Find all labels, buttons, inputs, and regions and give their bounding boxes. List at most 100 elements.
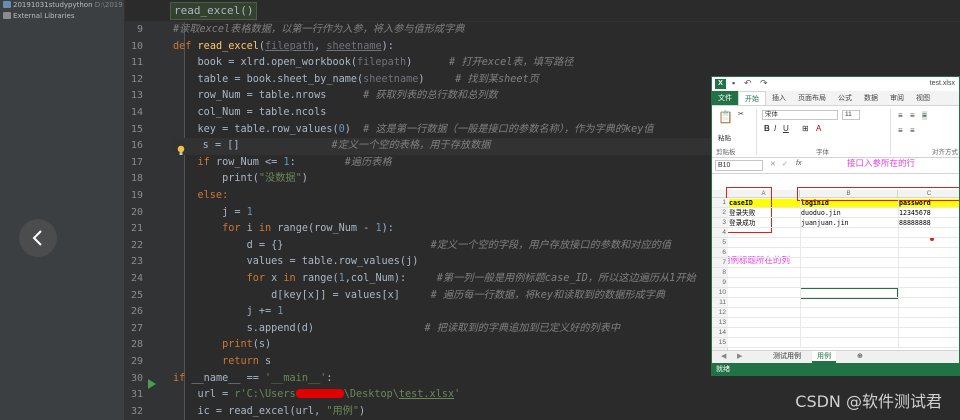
code-line-24[interactable]: for x in range(1,col_Num): #第一列一般是用例标题ca… bbox=[173, 271, 696, 288]
row-header[interactable]: 8 bbox=[712, 268, 728, 278]
tab-view[interactable]: 视图 bbox=[910, 91, 936, 105]
code-line-9[interactable]: #读取excel表格数据，以第一行作为入参，将入参与值形成字典 bbox=[173, 22, 465, 39]
paste-icon[interactable]: 📋 bbox=[718, 110, 733, 124]
row-header[interactable]: 10 bbox=[712, 288, 728, 298]
string: \Desktop\ bbox=[343, 389, 399, 401]
align-middle-icon[interactable]: ≡ bbox=[910, 111, 915, 120]
code-line-14[interactable]: col_Num = table.ncols bbox=[173, 105, 327, 122]
row-header[interactable]: 13 bbox=[712, 318, 728, 328]
add-sheet-button[interactable]: ⊕ bbox=[852, 351, 868, 363]
tree-item-external-libraries[interactable]: External Libraries bbox=[0, 11, 124, 22]
project-panel: 20191031studypython D:\2019 External Lib… bbox=[0, 0, 125, 420]
divider bbox=[756, 109, 757, 155]
code-line-20[interactable]: j = 1 bbox=[173, 205, 253, 222]
keyword: for bbox=[173, 273, 266, 284]
keyword: print bbox=[173, 339, 253, 351]
sheet-tab-test-cases[interactable]: 测试用例 bbox=[768, 351, 806, 363]
row-header[interactable]: 14 bbox=[712, 328, 728, 338]
punct: ) bbox=[406, 57, 413, 69]
previous-image-button[interactable] bbox=[19, 219, 57, 257]
row-header[interactable]: 12 bbox=[712, 308, 728, 318]
row-header[interactable]: 9 bbox=[712, 278, 728, 288]
punct: ): bbox=[381, 40, 394, 52]
cut-icon[interactable]: ✂ bbox=[738, 110, 744, 118]
line-number: 27 bbox=[130, 322, 143, 334]
grid-row-line bbox=[728, 207, 959, 208]
tab-data[interactable]: 数据 bbox=[858, 91, 884, 105]
row-header[interactable]: 5 bbox=[712, 238, 728, 248]
code-line-19[interactable]: else: bbox=[173, 188, 229, 205]
confirm-icon[interactable]: ✓ bbox=[782, 160, 788, 168]
code-line-21[interactable]: for i in range(row_Num - 1): bbox=[173, 221, 394, 238]
code-line-13[interactable]: row_Num = table.nrows # 获取列表的总行数和总列数 bbox=[173, 88, 498, 105]
sheet-scroll-left[interactable]: ◀ bbox=[716, 351, 731, 363]
annotation-case-column: 用例标题所在的列 bbox=[722, 256, 791, 266]
font-size-select[interactable]: 11 bbox=[842, 110, 860, 120]
tab-page-layout[interactable]: 页面布局 bbox=[792, 91, 832, 105]
row-header[interactable]: 11 bbox=[712, 298, 728, 308]
code-line-32[interactable]: ic = read_excel(url, "用例") bbox=[173, 404, 366, 420]
row-header[interactable]: 6 bbox=[712, 248, 728, 258]
spreadsheet-grid[interactable]: A B C caseID loginId password 登录失败 duodu… bbox=[712, 187, 959, 350]
code-line-18[interactable]: print("没数据") bbox=[173, 171, 308, 188]
code-line-11[interactable]: book = xlrd.open_workbook(filepath) # 打开… bbox=[173, 55, 574, 72]
row-header[interactable]: 15 bbox=[712, 338, 728, 348]
code-line-10[interactable]: def read_excel(filepath, sheetname): bbox=[173, 39, 394, 56]
tab-formulas[interactable]: 公式 bbox=[832, 91, 858, 105]
code-line-23[interactable]: values = table.row_values(j) bbox=[173, 254, 419, 271]
font-name-select[interactable]: 宋体 bbox=[762, 110, 838, 120]
border-icon[interactable]: ⊞ bbox=[802, 124, 809, 133]
row-header[interactable]: 2 bbox=[712, 208, 728, 218]
undo-icon[interactable]: ↶ bbox=[744, 78, 752, 89]
line-number: 20 bbox=[130, 206, 143, 218]
comment: # 获取列表的总行数和总列数 bbox=[363, 90, 498, 102]
align-center-icon[interactable]: ≡ bbox=[910, 126, 915, 135]
paste-button[interactable]: 粘贴 bbox=[718, 132, 731, 142]
bold-button[interactable]: B bbox=[764, 124, 770, 133]
lightbulb-icon[interactable] bbox=[177, 141, 185, 160]
code-line-26[interactable]: j += 1 bbox=[173, 304, 284, 321]
code-line-22[interactable]: d = {} #定义一个空的字段，用户存放接口的参数和对应的值 bbox=[173, 238, 671, 255]
tab-insert[interactable]: 插入 bbox=[766, 91, 792, 105]
redo-icon[interactable]: ↷ bbox=[760, 78, 768, 89]
line-number: 12 bbox=[130, 73, 143, 85]
tree-item-project[interactable]: 20191031studypython D:\2019 bbox=[0, 0, 124, 11]
align-top-icon[interactable]: ≡ bbox=[898, 111, 903, 120]
code-line-28[interactable]: print(s) bbox=[173, 337, 271, 354]
code-line-17[interactable]: if row_Num <= 1: #遍历表格 bbox=[173, 155, 392, 172]
excel-logo-icon: X bbox=[715, 79, 726, 89]
code-line-30[interactable]: if __name__ == '__main__': bbox=[173, 371, 333, 388]
alignment-group-label: 对齐方式 bbox=[932, 149, 958, 156]
cancel-icon[interactable]: ✕ bbox=[770, 160, 776, 168]
code: ,col_Num): bbox=[344, 273, 407, 284]
breadcrumb[interactable]: read_excel() bbox=[170, 2, 258, 20]
ribbon: 📋 粘贴 ✂ 剪贴板 宋体 11 B I U ⊞ A 字体 ≡ ≡ ≡ ≡ ≡ … bbox=[712, 106, 959, 158]
comment: # 找到某sheet页 bbox=[455, 73, 539, 85]
fx-label[interactable]: fx bbox=[796, 160, 801, 167]
underline-button[interactable]: U bbox=[783, 124, 789, 133]
save-icon[interactable]: ▪ bbox=[732, 78, 735, 88]
name-box[interactable]: B10 bbox=[715, 160, 763, 171]
tab-home[interactable]: 开始 bbox=[738, 91, 766, 105]
sheet-tab-cases[interactable]: 用例 bbox=[812, 351, 836, 363]
code-line-29[interactable]: return s bbox=[173, 354, 271, 371]
font-color-icon[interactable]: A bbox=[816, 124, 821, 133]
code-line-12[interactable]: table = book.sheet_by_name(sheetname) # … bbox=[173, 72, 539, 89]
number: 1 bbox=[277, 306, 284, 318]
code-line-15[interactable]: key = table.row_values(0) # 这是第一行数据（一般是接… bbox=[173, 122, 654, 139]
italic-button[interactable]: I bbox=[774, 124, 776, 133]
align-bottom-icon[interactable]: ≡ bbox=[922, 111, 927, 120]
grid-row-line bbox=[728, 237, 959, 238]
align-left-icon[interactable]: ≡ bbox=[898, 126, 903, 135]
row-header[interactable]: 4 bbox=[712, 228, 728, 238]
code-line-31[interactable]: url = r'C:\Users \Desktop\test.xlsx' bbox=[173, 387, 460, 404]
row-header[interactable]: 3 bbox=[712, 218, 728, 228]
sheet-scroll-right[interactable]: ▶ bbox=[732, 351, 747, 363]
tab-file[interactable]: 文件 bbox=[712, 91, 738, 105]
code-line-27[interactable]: s.append(d) # 把读取到的字典追加到已定义好的列表中 bbox=[173, 321, 621, 338]
code-line-25[interactable]: d[key[x]] = values[x] # 遍历每一行数据，将key和读取到… bbox=[173, 288, 665, 305]
tab-review[interactable]: 审阅 bbox=[884, 91, 910, 105]
row-header[interactable]: 7 bbox=[712, 258, 728, 268]
row-header[interactable]: 1 bbox=[712, 198, 728, 208]
run-icon[interactable] bbox=[147, 374, 156, 393]
